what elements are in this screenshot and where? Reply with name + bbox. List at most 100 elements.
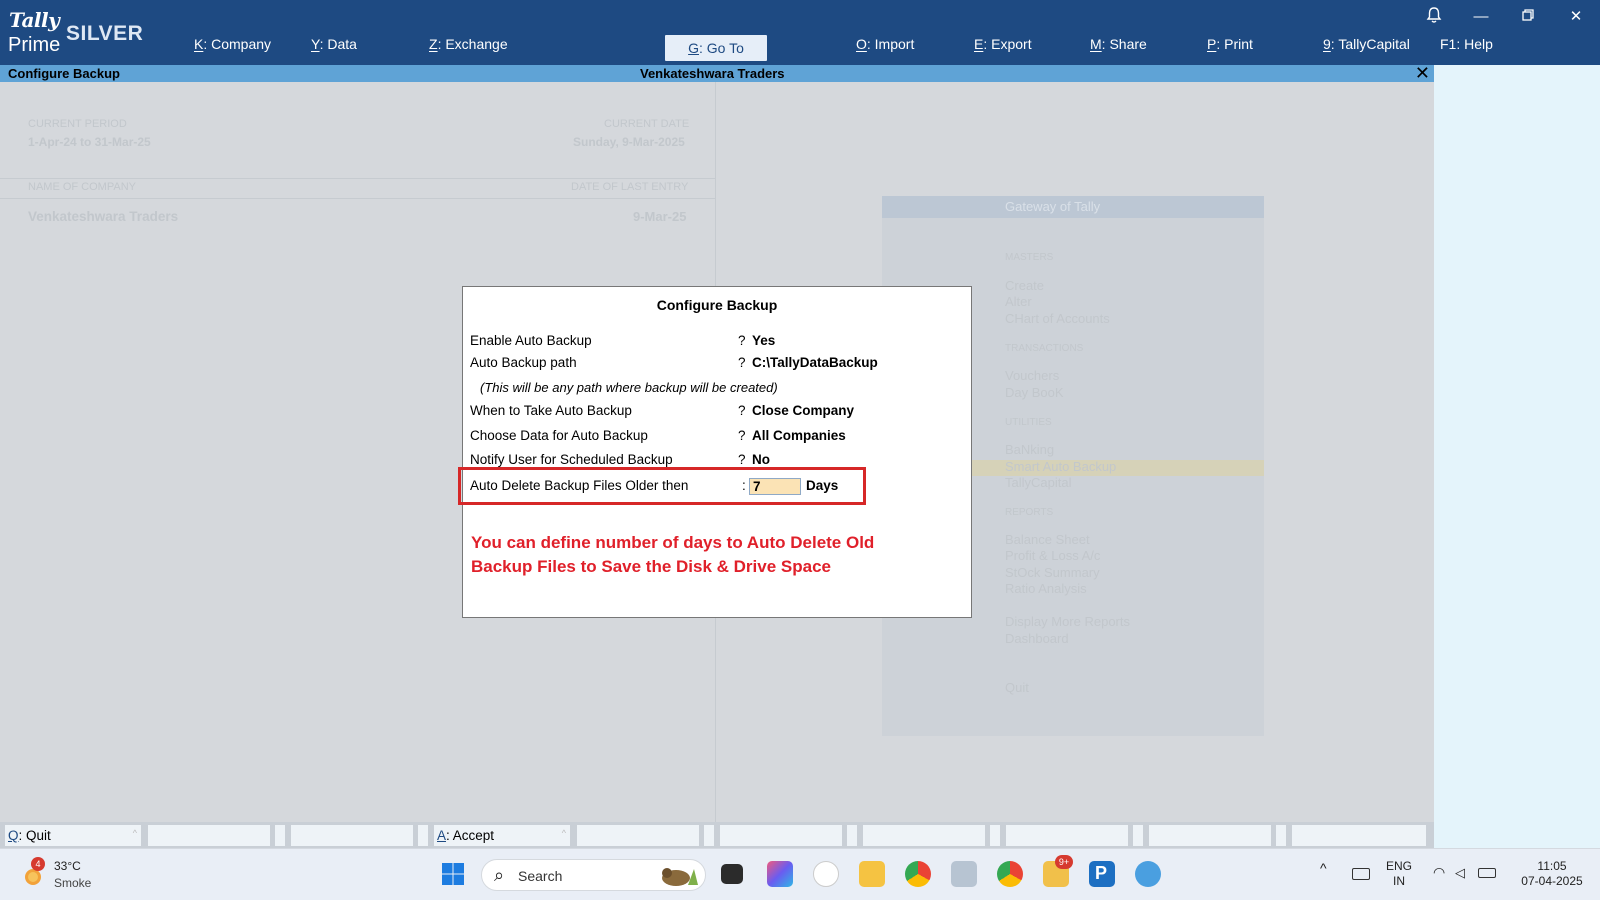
gateway-item-vouchers[interactable]: Vouchers [1005, 368, 1059, 383]
gateway-item-banking[interactable]: BaNking [1005, 442, 1054, 457]
row-separator: : [742, 478, 746, 493]
empty-button [275, 825, 285, 846]
menu-tallycapital[interactable]: 9: TallyCapital [1323, 36, 1410, 52]
volume-icon[interactable]: ◁ [1455, 865, 1465, 880]
menu-share[interactable]: M: Share [1090, 36, 1147, 52]
wifi-icon[interactable]: ◠ [1433, 865, 1445, 880]
menu-goto[interactable]: G: Go To [665, 35, 767, 61]
keyboard-icon[interactable] [1352, 868, 1370, 880]
empty-button [577, 825, 699, 846]
empty-button [847, 825, 857, 846]
tallyprime-taskbar-icon[interactable]: P [1089, 861, 1115, 887]
battery-icon[interactable] [1478, 868, 1496, 878]
empty-button [1276, 825, 1286, 846]
app-icon[interactable] [951, 861, 977, 887]
windows-start-icon[interactable] [441, 862, 465, 886]
language-indicator[interactable]: ENG IN [1386, 859, 1412, 889]
choose-data-label: Choose Data for Auto Backup [470, 428, 648, 443]
enable-auto-backup-field[interactable]: Yes [752, 333, 775, 348]
quit-button[interactable]: Q: Quit ^ [5, 825, 141, 846]
tallyprime-logo: Tally Prime SILVER [7, 6, 147, 60]
edition-label: SILVER [66, 22, 144, 45]
dialog-title: Configure Backup [656, 297, 778, 313]
company-name: Venkateshwara Traders [28, 209, 179, 224]
current-date-label: CURRENT DATE [604, 118, 690, 130]
menu-exchange[interactable]: Z: Exchange [429, 36, 508, 52]
gateway-section-masters: MASTERS [1005, 252, 1054, 263]
auto-delete-label: Auto Delete Backup Files Older then [470, 478, 689, 493]
enable-auto-backup-label: Enable Auto Backup [470, 333, 592, 348]
when-to-take-backup-label: When to Take Auto Backup [470, 403, 632, 418]
logo-tally-text: Tally [9, 8, 60, 32]
divider [0, 198, 715, 199]
gateway-item-dashboard[interactable]: Dashboard [1005, 631, 1069, 646]
gateway-section-transactions: TRANSACTIONS [1005, 343, 1084, 354]
row-separator: ? [738, 452, 746, 467]
gateway-item-create[interactable]: Create [1005, 278, 1044, 293]
chevron-up-icon[interactable]: ^ [1320, 861, 1327, 876]
gateway-section-reports: REPORTS [1005, 507, 1054, 518]
empty-button [704, 825, 714, 846]
current-date-value: Sunday, 9-Mar-2025 [573, 135, 685, 149]
taskbar-search-box[interactable]: ⌕ Search [481, 859, 706, 891]
notify-user-field[interactable]: No [752, 452, 770, 467]
name-of-company-label: NAME OF COMPANY [28, 181, 136, 193]
gateway-item-tallycapital[interactable]: TallyCapital [1005, 475, 1071, 490]
gateway-title: Gateway of Tally [1005, 199, 1101, 214]
menu-help[interactable]: F1: Help [1440, 36, 1493, 52]
gateway-item-quit[interactable]: Quit [1005, 680, 1029, 695]
gateway-item-profit-loss[interactable]: Profit & Loss A/c [1005, 548, 1100, 563]
auto-delete-days-input[interactable]: 7 [749, 478, 801, 495]
mail-badge: 9+ [1055, 855, 1073, 869]
choose-data-field[interactable]: All Companies [752, 428, 846, 443]
gateway-item-ratio-analysis[interactable]: Ratio Analysis [1005, 581, 1087, 596]
menu-data[interactable]: Y: Data [311, 36, 357, 52]
gateway-item-alter[interactable]: Alter [1005, 294, 1032, 309]
menu-import[interactable]: O: Import [856, 36, 914, 52]
row-separator: ? [738, 333, 746, 348]
restore-icon[interactable] [1515, 6, 1541, 28]
file-explorer-icon[interactable] [859, 861, 885, 887]
clock[interactable]: 11:05 07-04-2025 [1512, 859, 1592, 889]
gateway-item-smart-auto-backup[interactable]: Smart Auto Backup [1005, 459, 1116, 474]
date-last-entry-label: DATE OF LAST ENTRY [571, 181, 689, 193]
task-view-icon[interactable] [721, 864, 743, 884]
meet-icon[interactable] [813, 861, 839, 887]
minimize-icon[interactable]: — [1468, 6, 1494, 28]
screen-title: Configure Backup [8, 66, 120, 81]
menu-print[interactable]: P: Print [1207, 36, 1253, 52]
empty-button [1133, 825, 1143, 846]
chrome-profile-icon[interactable] [997, 861, 1023, 887]
chrome-icon[interactable] [905, 861, 931, 887]
gateway-item-balance-sheet[interactable]: Balance Sheet [1005, 532, 1090, 547]
notification-bell-icon[interactable] [1421, 6, 1447, 28]
gateway-item-chart-of-accounts[interactable]: CHart of Accounts [1005, 311, 1110, 326]
gateway-item-stock-summary[interactable]: StOck Summary [1005, 565, 1100, 580]
accept-button[interactable]: A: Accept ^ [434, 825, 570, 846]
weather-description: Smoke [54, 876, 92, 890]
auto-backup-path-field[interactable]: C:\TallyDataBackup [752, 355, 878, 370]
menu-export[interactable]: E: Export [974, 36, 1032, 52]
empty-button [1149, 825, 1271, 846]
menu-company[interactable]: K: Company [194, 36, 271, 52]
annotation-line-1: You can define number of days to Auto De… [471, 533, 875, 552]
right-button-panel [1434, 65, 1600, 848]
row-separator: ? [738, 403, 746, 418]
empty-button [990, 825, 1000, 846]
days-unit-label: Days [806, 478, 839, 493]
weather-badge: 4 [31, 857, 45, 871]
when-to-take-backup-field[interactable]: Close Company [752, 403, 854, 418]
gateway-item-display-more-reports[interactable]: Display More Reports [1005, 614, 1130, 629]
window-close-icon[interactable]: ✕ [1563, 6, 1589, 28]
last-entry-date: 9-Mar-25 [633, 209, 687, 224]
empty-button [720, 825, 842, 846]
current-period-value: 1-Apr-24 to 31-Mar-25 [28, 135, 151, 149]
gateway-item-day-book[interactable]: Day BooK [1005, 385, 1064, 400]
empty-button [148, 825, 270, 846]
empty-button [1006, 825, 1128, 846]
search-icon: ⌕ [494, 865, 505, 885]
empty-button [863, 825, 985, 846]
copilot-icon[interactable] [767, 861, 793, 887]
screen-close-icon[interactable]: ✕ [1415, 64, 1430, 82]
browser-icon[interactable] [1135, 861, 1161, 887]
